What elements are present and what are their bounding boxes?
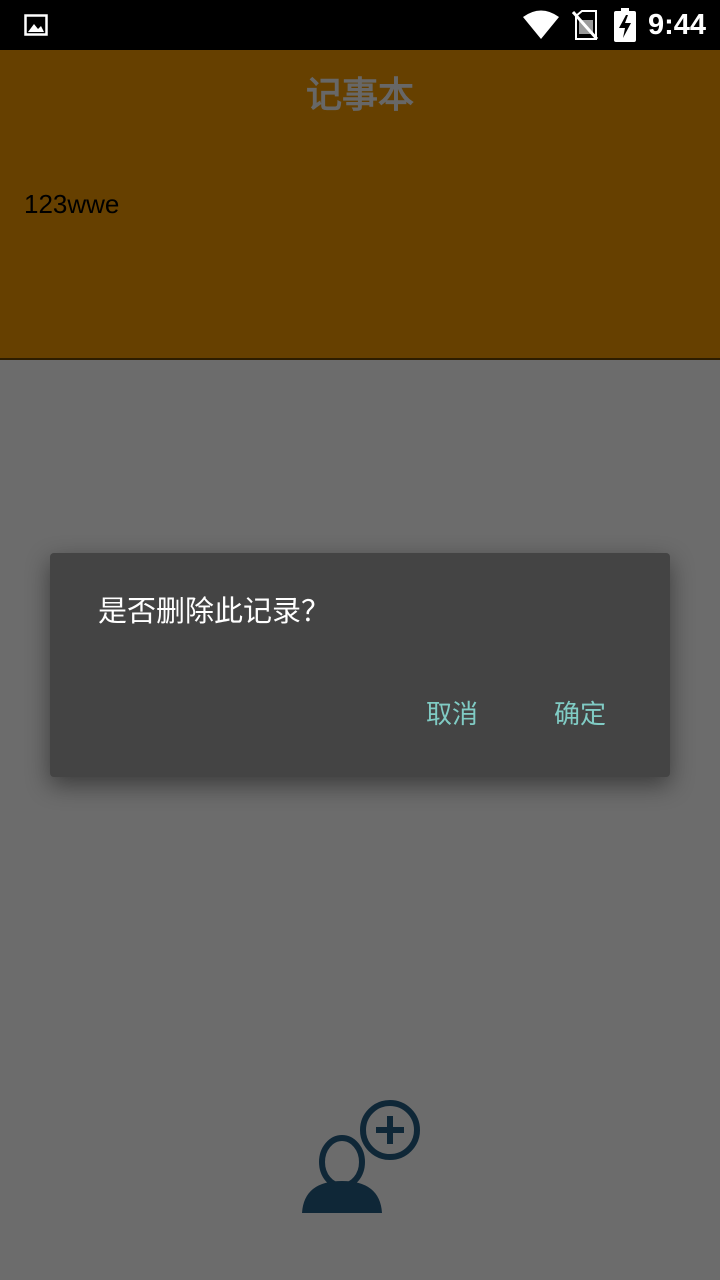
delete-confirm-dialog: 是否删除此记录？ 取消 确定 — [50, 553, 670, 777]
cancel-button[interactable]: 取消 — [426, 693, 478, 737]
confirm-button[interactable]: 确定 — [554, 693, 606, 737]
status-bar: 9:44 — [0, 0, 720, 50]
no-sim-icon — [572, 10, 598, 40]
dialog-message: 是否删除此记录？ — [98, 594, 331, 628]
gallery-icon — [24, 14, 48, 36]
status-time: 9:44 — [648, 9, 707, 41]
battery-charging-icon — [614, 8, 636, 42]
wifi-icon — [523, 10, 559, 39]
screen: 9:44 记事本 123wwe 是否删除此记录？ 取消 确定 — [0, 0, 720, 1280]
